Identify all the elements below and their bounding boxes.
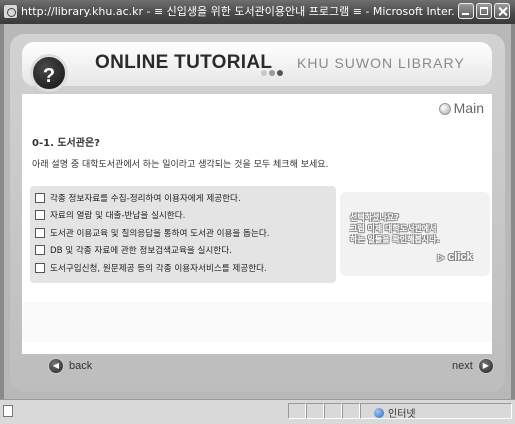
click-label: click	[448, 251, 473, 263]
next-button[interactable]: next ▶	[452, 358, 494, 374]
zone-label: 인터넷	[388, 409, 416, 420]
question-description: 아래 설명 중 대학도서관에서 하는 일이라고 생각되는 것을 모두 체크해 보…	[32, 160, 329, 170]
globe-icon	[374, 407, 384, 418]
hint-text: 선택하셨나요? 그럼 이제 대학도서관에서 하는 일들을 확인해봅시다.	[350, 212, 440, 245]
tutorial-panel: ? ONLINE TUTORIAL KHU SUWON LIBRARY Main…	[10, 34, 505, 392]
window-title: http://library.khu.ac.kr - ≡ 신입생을 위한 도서관…	[21, 5, 455, 18]
answer-area	[22, 302, 492, 342]
option-label: 도서구입신청, 원문제공 등의 각종 이용자서비스를 제공한다.	[50, 263, 267, 274]
hint-line: 선택하셨나요?	[350, 213, 399, 222]
option-item[interactable]: 도서구입신청, 원문제공 등의 각종 이용자서비스를 제공한다.	[30, 259, 336, 277]
option-label: 각종 정보자료를 수집-정리하여 이용자에게 제공한다.	[50, 193, 241, 204]
close-button[interactable]	[494, 3, 510, 19]
arrow-right-icon: ▷	[438, 253, 445, 262]
next-arrow-icon: ▶	[477, 358, 494, 374]
hint-line: 하는 일들을 확인해봅시다.	[350, 235, 440, 244]
option-label: 도서관 이용교육 및 질의응답을 통하여 도서관 이용을 돕는다.	[50, 228, 270, 239]
status-segment	[288, 403, 306, 419]
app-title: ONLINE TUTORIAL	[95, 52, 273, 73]
hint-line: 그럼 이제 대학도서관에서	[350, 224, 437, 233]
checkbox[interactable]	[35, 210, 45, 221]
separator-dots-icon	[261, 61, 285, 80]
checkbox[interactable]	[35, 227, 45, 238]
option-item[interactable]: 도서관 이용교육 및 질의응답을 통하여 도서관 이용을 돕는다.	[30, 224, 336, 242]
question-icon: ?	[30, 54, 68, 92]
checkbox[interactable]	[35, 192, 45, 203]
options-list: 각종 정보자료를 수집-정리하여 이용자에게 제공한다. 자료의 열람 및 대출…	[30, 186, 336, 283]
checkbox[interactable]	[35, 245, 45, 256]
main-link[interactable]: Main	[438, 100, 484, 116]
content-area: Main 0-1. 도서관은? 아래 설명 중 대학도서관에서 하는 일이라고 …	[22, 94, 492, 354]
option-item[interactable]: 자료의 열람 및 대출-반납을 실시한다.	[30, 207, 336, 225]
window-titlebar: http://library.khu.ac.kr - ≡ 신입생을 위한 도서관…	[0, 0, 515, 24]
library-title: KHU SUWON LIBRARY	[297, 55, 465, 71]
page-icon	[3, 405, 13, 417]
back-arrow-icon: ◀	[48, 358, 64, 374]
status-segment	[324, 403, 342, 419]
checkbox[interactable]	[35, 262, 45, 273]
click-button[interactable]: ▷ click	[438, 251, 473, 263]
status-segment	[342, 403, 360, 419]
status-bar: 인터넷	[0, 399, 515, 424]
main-dot-icon	[438, 103, 451, 116]
option-item[interactable]: 각종 정보자료를 수집-정리하여 이용자에게 제공한다.	[30, 189, 336, 207]
minimize-button[interactable]	[458, 3, 474, 19]
tutorial-frame: ? ONLINE TUTORIAL KHU SUWON LIBRARY Main…	[4, 24, 511, 399]
option-label: 자료의 열람 및 대출-반납을 실시한다.	[50, 211, 186, 222]
maximize-button[interactable]	[476, 3, 492, 19]
security-zone: 인터넷	[374, 405, 416, 420]
status-segment	[306, 403, 324, 419]
main-link-label: Main	[453, 100, 484, 116]
option-label: DB 및 각종 자료에 관한 정보검색교육을 실시한다.	[50, 246, 232, 257]
back-button[interactable]: ◀ back	[48, 358, 92, 374]
question-title: 0-1. 도서관은?	[32, 138, 100, 149]
next-label: next	[452, 360, 473, 372]
ie-icon	[4, 5, 17, 18]
back-label: back	[69, 360, 93, 372]
option-item[interactable]: DB 및 각종 자료에 관한 정보검색교육을 실시한다.	[30, 242, 336, 260]
